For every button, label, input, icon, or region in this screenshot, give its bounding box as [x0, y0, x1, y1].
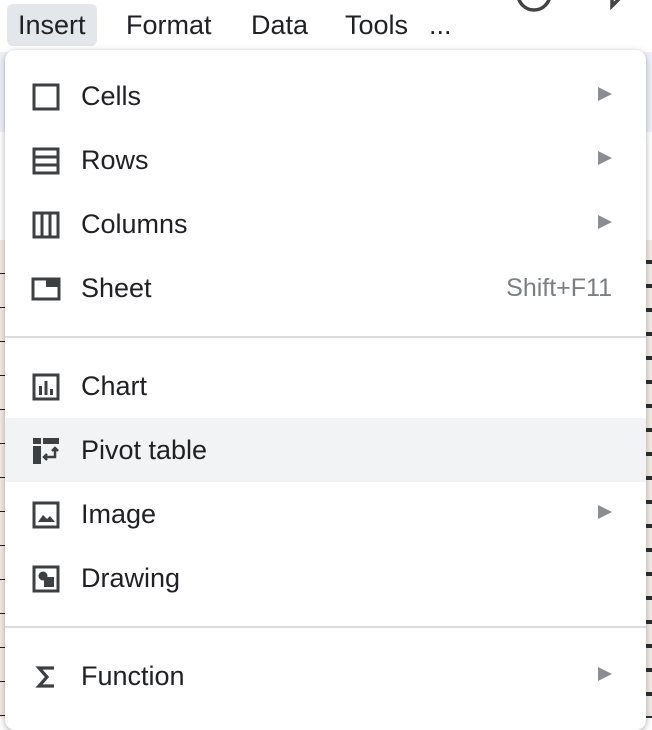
menu-item-label: Sheet: [81, 273, 152, 303]
sheet-icon: [31, 274, 61, 304]
menu-item-label: Cells: [81, 81, 142, 111]
chart-icon: [31, 372, 61, 402]
insert-menu-dropdown: Cells Rows Columns Sheet Shift+F11 Chart: [5, 50, 646, 730]
menubar-format[interactable]: Format: [115, 4, 223, 46]
submenu-arrow-icon: [598, 505, 612, 519]
menu-divider: [5, 336, 646, 338]
menu-item-label: Chart: [81, 371, 148, 401]
menubar-tools[interactable]: Tools: [334, 4, 419, 46]
menu-item-label: Function: [81, 661, 185, 691]
rows-icon: [31, 146, 61, 176]
menu-divider: [5, 626, 646, 628]
menu-item-cells[interactable]: Cells: [5, 64, 646, 128]
menu-item-label: Drawing: [81, 563, 181, 593]
submenu-arrow-icon: [598, 151, 612, 165]
menubar-data[interactable]: Data: [240, 4, 319, 46]
submenu-arrow-icon: [598, 215, 612, 229]
submenu-arrow-icon: [598, 667, 612, 681]
comment-icon[interactable]: [608, 0, 652, 21]
menu-item-label: Image: [81, 499, 157, 529]
menu-item-label: Pivot table: [81, 435, 208, 465]
menu-item-function[interactable]: Function: [5, 644, 646, 708]
image-icon: [31, 500, 61, 530]
columns-icon: [31, 210, 61, 240]
menubar-more[interactable]: ...: [418, 4, 463, 46]
menu-item-chart[interactable]: Chart: [5, 354, 646, 418]
menu-item-columns[interactable]: Columns: [5, 192, 646, 256]
submenu-arrow-icon: [598, 87, 612, 101]
sigma-icon: [31, 662, 61, 692]
menubar-insert[interactable]: Insert: [7, 4, 97, 46]
pivot-table-icon: [31, 436, 61, 466]
cells-icon: [31, 82, 61, 112]
menu-item-sheet[interactable]: Sheet Shift+F11: [5, 256, 646, 320]
menu-item-label: Rows: [81, 145, 149, 175]
menu-item-pivot-table[interactable]: Pivot table: [5, 418, 646, 482]
menu-item-rows[interactable]: Rows: [5, 128, 646, 192]
drawing-icon: [31, 564, 61, 594]
history-icon[interactable]: [512, 0, 556, 21]
shortcut-label: Shift+F11: [506, 274, 612, 302]
menu-item-image[interactable]: Image: [5, 482, 646, 546]
menu-item-drawing[interactable]: Drawing: [5, 546, 646, 610]
menu-item-label: Columns: [81, 209, 188, 239]
